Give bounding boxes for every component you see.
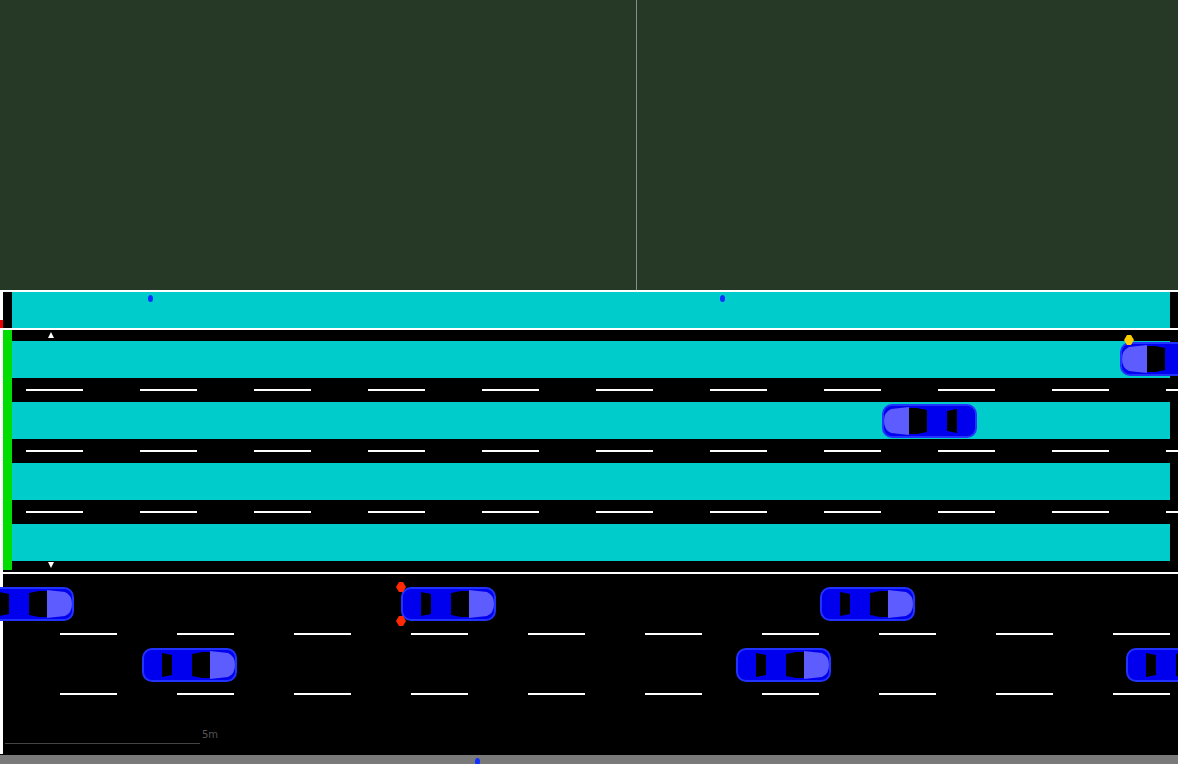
car[interactable] bbox=[820, 587, 915, 621]
car[interactable] bbox=[882, 404, 977, 438]
field-divider bbox=[636, 0, 637, 290]
detector-icon bbox=[720, 295, 725, 302]
car-icon bbox=[736, 648, 831, 682]
car-icon bbox=[1126, 648, 1178, 682]
edge-marker bbox=[0, 320, 3, 328]
arrow-icon bbox=[48, 332, 54, 338]
car[interactable] bbox=[401, 587, 496, 621]
car-icon bbox=[401, 587, 496, 621]
car-icon bbox=[820, 587, 915, 621]
traffic-light[interactable] bbox=[3, 330, 12, 570]
field-area bbox=[0, 0, 1178, 290]
scale-label: 5m bbox=[202, 730, 218, 744]
car[interactable] bbox=[142, 648, 237, 682]
scale-bar: 5m bbox=[5, 730, 218, 744]
car[interactable] bbox=[736, 648, 831, 682]
car-icon bbox=[0, 587, 74, 621]
car-icon bbox=[1120, 342, 1178, 376]
car[interactable] bbox=[0, 587, 74, 621]
car[interactable] bbox=[1126, 648, 1178, 682]
scale-line bbox=[5, 743, 200, 744]
car-icon bbox=[142, 648, 237, 682]
lane bbox=[12, 402, 1170, 439]
sidewalk bbox=[12, 292, 1170, 328]
lane bbox=[12, 524, 1170, 561]
lane bbox=[12, 463, 1170, 500]
car[interactable] bbox=[1120, 342, 1178, 376]
detector-icon bbox=[475, 758, 480, 764]
lane bbox=[12, 341, 1170, 378]
car-icon bbox=[882, 404, 977, 438]
arrow-icon bbox=[48, 562, 54, 568]
detector-icon bbox=[148, 295, 153, 302]
road-canvas: 5m bbox=[0, 290, 1178, 764]
